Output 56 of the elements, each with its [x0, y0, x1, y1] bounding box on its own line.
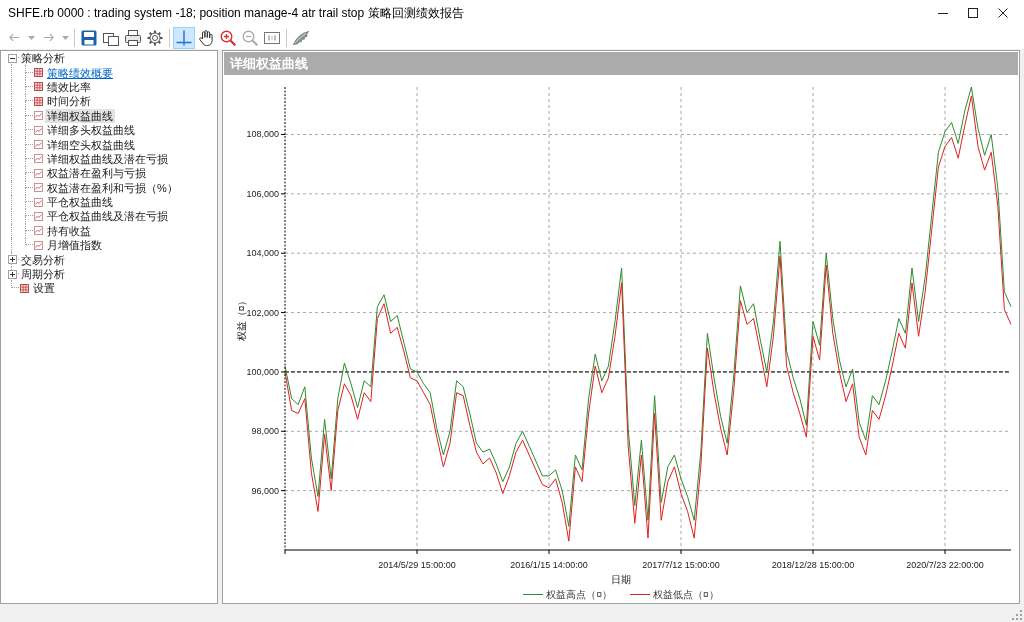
chart-icon	[34, 240, 43, 250]
x-tick-label: 2017/7/12 15:00:00	[642, 560, 720, 570]
tree-item[interactable]: 月增值指数	[45, 238, 104, 253]
legend-label: 权益低点（¤）	[653, 587, 719, 602]
tree-item[interactable]: 平仓权益曲线及潜在亏损	[45, 209, 170, 224]
tree-item[interactable]: 绩效比率	[45, 79, 93, 94]
chart-icon	[34, 226, 43, 236]
tree-item[interactable]: 策略分析	[19, 51, 67, 66]
tree-item[interactable]: 周期分析	[19, 267, 67, 282]
chart-icon	[34, 197, 43, 207]
chart-icon	[34, 140, 43, 150]
y-tick-label: 102,000	[246, 307, 279, 318]
x-tick-label: 2020/7/23 22:00:00	[906, 560, 984, 570]
table-icon	[20, 283, 29, 293]
maximize-icon	[968, 8, 978, 18]
chart-icon	[34, 111, 43, 121]
chart-icon	[34, 168, 43, 178]
y-tick-label: 108,000	[246, 129, 279, 140]
table-icon	[34, 68, 43, 78]
resize-grip-icon	[1012, 610, 1022, 620]
tree-item[interactable]: 设置	[31, 281, 57, 296]
chart-icon	[34, 125, 43, 135]
window-title: SHFE.rb 0000 : trading system -18; position manage-4 atr trail stop 策略回测绩效报告	[7, 4, 465, 22]
tree-item[interactable]: 交易分析	[19, 252, 67, 267]
y-tick-label: 100,000	[246, 366, 279, 377]
close-icon	[998, 8, 1008, 18]
minimize-icon	[938, 12, 948, 14]
tree-item[interactable]: 平仓权益曲线	[45, 195, 115, 210]
panel-title: 详细权益曲线	[224, 52, 1018, 75]
plus-box-icon[interactable]	[7, 255, 17, 265]
y-tick-label: 96,000	[251, 485, 279, 496]
x-tick-label: 2016/1/15 14:00:00	[510, 560, 588, 570]
tree-item[interactable]: 策略绩效概要	[45, 65, 115, 80]
table-icon	[34, 96, 43, 106]
tree-item[interactable]: 详细空头权益曲线	[45, 137, 137, 152]
y-axis-title: 权益（¤）	[235, 295, 247, 342]
chart-icon	[34, 183, 43, 193]
minus-box-icon[interactable]	[7, 53, 17, 63]
tree-item[interactable]: 详细权益曲线	[45, 108, 115, 123]
x-tick-label: 2018/12/28 15:00:00	[771, 560, 855, 570]
tree-item[interactable]: 时间分析	[45, 94, 93, 109]
tree-item[interactable]: 权益潜在盈利与亏损	[45, 166, 148, 181]
legend-label: 权益高点（¤）	[546, 587, 612, 602]
chart-icon	[34, 212, 43, 221]
y-tick-label: 104,000	[246, 248, 279, 259]
tree-item[interactable]: 持有收益	[45, 223, 93, 238]
y-tick-label: 98,000	[251, 426, 279, 437]
tree-item[interactable]: 权益潜在盈利和亏损（%）	[45, 180, 180, 195]
tree-item[interactable]: 详细多头权益曲线	[45, 123, 137, 138]
table-icon	[34, 82, 43, 92]
x-tick-label: 2014/5/29 15:00:00	[378, 560, 456, 570]
tree-item[interactable]: 详细权益曲线及潜在亏损	[45, 151, 170, 166]
x-axis-title: 日期	[611, 574, 631, 585]
y-tick-label: 106,000	[246, 188, 279, 199]
chart-icon	[34, 154, 43, 164]
plus-box-icon[interactable]	[7, 269, 17, 279]
